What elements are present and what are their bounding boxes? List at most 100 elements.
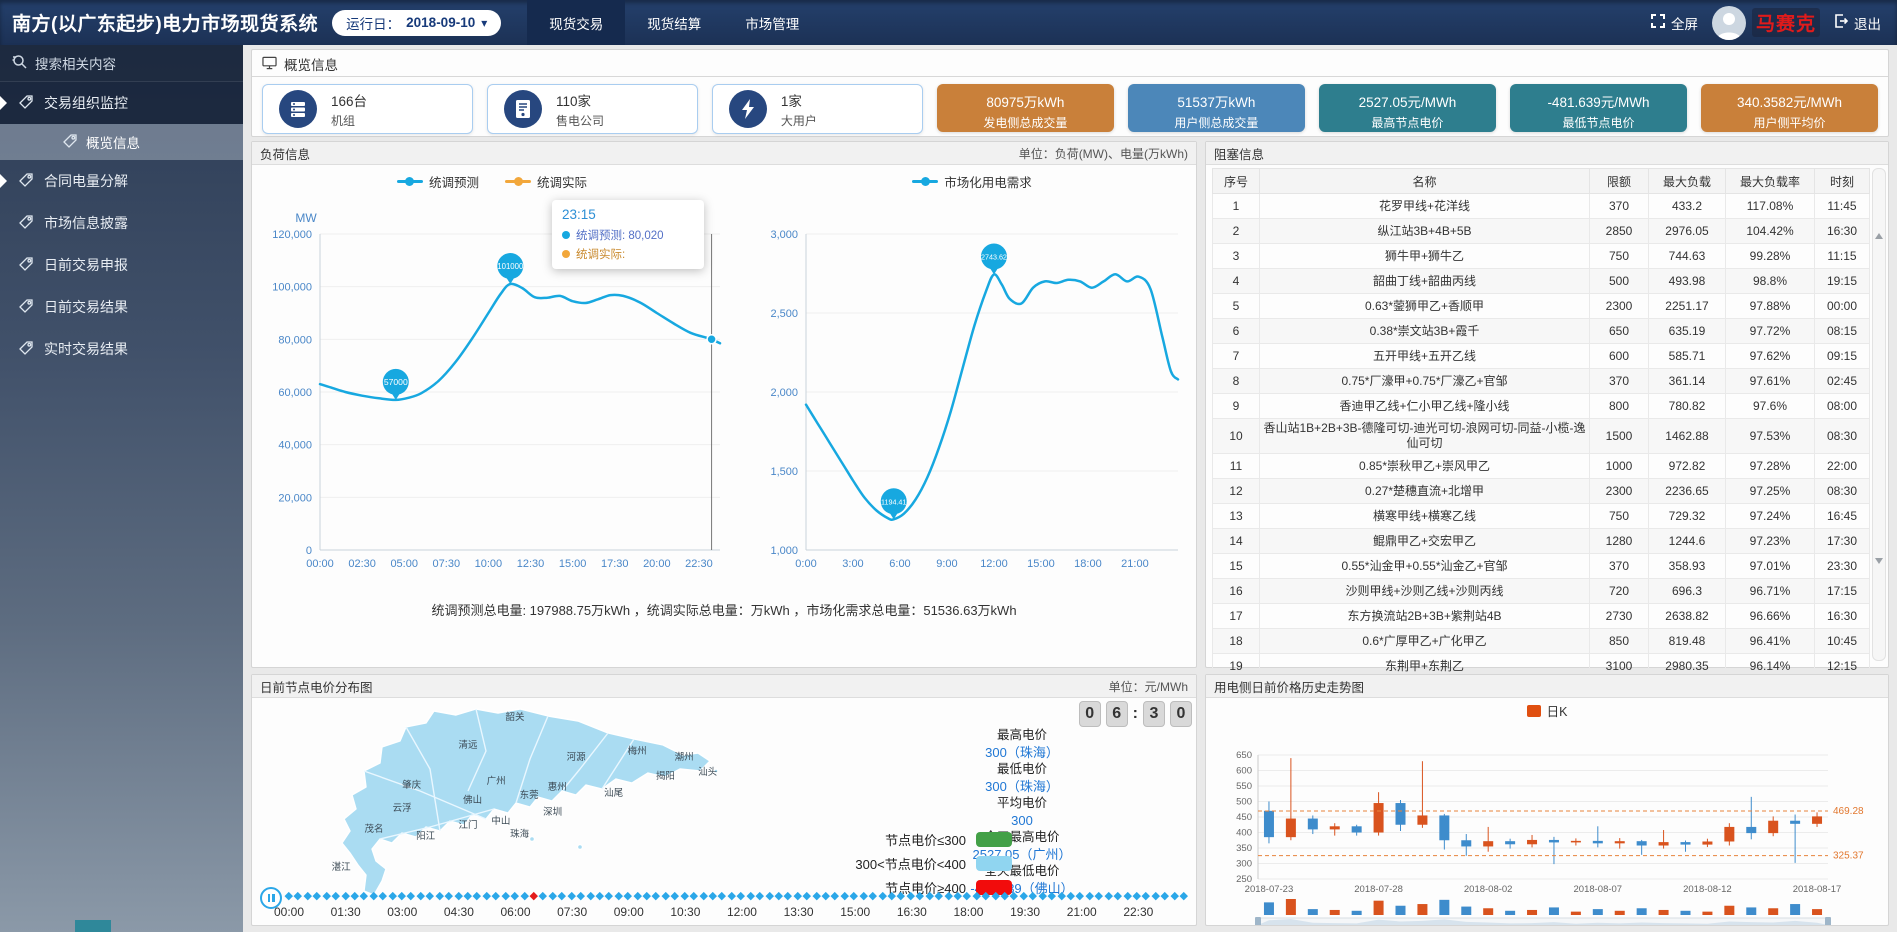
time-diamond[interactable] <box>737 892 745 900</box>
time-diamond-current[interactable] <box>530 892 538 900</box>
time-diamond[interactable] <box>398 892 406 900</box>
time-diamond[interactable] <box>794 892 802 900</box>
time-diamond[interactable] <box>841 892 849 900</box>
time-diamond[interactable] <box>1029 892 1037 900</box>
time-diamond[interactable] <box>992 892 1000 900</box>
table-row[interactable]: 10香山站1B+2B+3B-德隆可切-迪光可切-浪网可切-同益-小榄-逸仙可切1… <box>1213 419 1870 454</box>
table-row[interactable]: 17东方换流站2B+3B+紫荆站4B27302638.8296.66%16:30 <box>1213 604 1870 629</box>
time-diamond[interactable] <box>511 892 519 900</box>
table-row[interactable]: 110.85*崇秋甲乙+崇风甲乙1000972.8297.28%22:00 <box>1213 454 1870 479</box>
table-row[interactable]: 80.75*厂濠甲+0.75*厂濠乙+官邹370361.1497.61%02:4… <box>1213 369 1870 394</box>
time-diamond[interactable] <box>445 892 453 900</box>
tab-现货结算[interactable]: 现货结算 <box>625 0 723 45</box>
time-diamond[interactable] <box>926 892 934 900</box>
time-diamond[interactable] <box>304 892 312 900</box>
time-diamond[interactable] <box>954 892 962 900</box>
time-diamond[interactable] <box>520 892 528 900</box>
table-row[interactable]: 50.63*蓥狮甲乙+香顺甲23002251.1797.88%00:00 <box>1213 294 1870 319</box>
time-diamond[interactable] <box>812 892 820 900</box>
market-demand-chart[interactable]: 1,0001,5002,0002,5003,0000:003:006:009:0… <box>752 194 1192 597</box>
time-diamond[interactable] <box>1171 892 1179 900</box>
sidebar-item-日前交易申报[interactable]: 日前交易申报 <box>0 244 243 286</box>
time-diamond[interactable] <box>624 892 632 900</box>
time-diamond[interactable] <box>690 892 698 900</box>
time-diamond[interactable] <box>1133 892 1141 900</box>
time-diamond[interactable] <box>1123 892 1131 900</box>
table-row[interactable]: 1花罗甲线+花洋线370433.2117.08%11:45 <box>1213 194 1870 219</box>
time-diamond[interactable] <box>370 892 378 900</box>
sidebar-item-实时交易结果[interactable]: 实时交易结果 <box>0 328 243 370</box>
time-diamond[interactable] <box>1076 892 1084 900</box>
tab-现货交易[interactable]: 现货交易 <box>527 0 625 45</box>
time-diamond[interactable] <box>332 892 340 900</box>
time-diamond[interactable] <box>944 892 952 900</box>
time-diamond[interactable] <box>436 892 444 900</box>
sidebar-subitem-概览信息[interactable]: 概览信息 <box>0 124 243 160</box>
time-diamond[interactable] <box>916 892 924 900</box>
time-diamond[interactable] <box>1142 892 1150 900</box>
time-diamond[interactable] <box>1095 892 1103 900</box>
time-diamond[interactable] <box>407 892 415 900</box>
time-diamond[interactable] <box>681 892 689 900</box>
time-diamond[interactable] <box>379 892 387 900</box>
time-diamond[interactable] <box>294 892 302 900</box>
time-diamond[interactable] <box>1161 892 1169 900</box>
time-diamond[interactable] <box>822 892 830 900</box>
time-diamond[interactable] <box>897 892 905 900</box>
tab-市场管理[interactable]: 市场管理 <box>723 0 821 45</box>
table-row[interactable]: 7五开甲线+五开乙线600585.7197.62%09:15 <box>1213 344 1870 369</box>
time-diamond[interactable] <box>1010 892 1018 900</box>
table-row[interactable]: 13横寒甲线+横寒乙线750729.3297.24%16:45 <box>1213 504 1870 529</box>
time-diamond[interactable] <box>709 892 717 900</box>
table-row[interactable]: 4韶曲丁线+韶曲丙线500493.9898.8%19:15 <box>1213 269 1870 294</box>
time-diamond[interactable] <box>323 892 331 900</box>
time-diamond[interactable] <box>389 892 397 900</box>
table-row[interactable]: 150.55*汕金甲+0.55*汕金乙+官邹370358.9397.01%23:… <box>1213 554 1870 579</box>
time-diamond[interactable] <box>1020 892 1028 900</box>
time-diamond[interactable] <box>502 892 510 900</box>
time-diamond[interactable] <box>1105 892 1113 900</box>
legend-item-统调实际[interactable]: 统调实际 <box>505 172 587 191</box>
table-row[interactable]: 16沙则甲线+沙则乙线+沙则丙线720696.396.71%17:15 <box>1213 579 1870 604</box>
time-diamond[interactable] <box>605 892 613 900</box>
avatar[interactable] <box>1712 6 1746 40</box>
time-diamond[interactable] <box>351 892 359 900</box>
time-diamond[interactable] <box>1057 892 1065 900</box>
time-diamond[interactable] <box>765 892 773 900</box>
time-diamond[interactable] <box>888 892 896 900</box>
time-diamond[interactable] <box>633 892 641 900</box>
time-diamond[interactable] <box>341 892 349 900</box>
time-diamond[interactable] <box>860 892 868 900</box>
guangdong-map[interactable]: 韶关清远梅州河源潮州汕头揭阳肇庆广州惠州云浮佛山东莞汕尾深圳中山江门珠海阳江茂名… <box>280 699 750 911</box>
table-row[interactable]: 9香迪甲乙线+仁小甲乙线+隆小线800780.8297.6%08:00 <box>1213 394 1870 419</box>
time-diamond[interactable] <box>1067 892 1075 900</box>
time-diamond[interactable] <box>539 892 547 900</box>
sidebar-item-日前交易结果[interactable]: 日前交易结果 <box>0 286 243 328</box>
time-diamond[interactable] <box>662 892 670 900</box>
time-diamond[interactable] <box>426 892 434 900</box>
time-diamond[interactable] <box>718 892 726 900</box>
candlestick-chart[interactable]: 250300350400450500550600650469.28325.372… <box>1212 719 1884 930</box>
time-diamond[interactable] <box>643 892 651 900</box>
time-diamond[interactable] <box>1086 892 1094 900</box>
time-diamond[interactable] <box>1152 892 1160 900</box>
time-diamond[interactable] <box>907 892 915 900</box>
time-diamond[interactable] <box>454 892 462 900</box>
legend-item-市场化用电需求[interactable]: 市场化用电需求 <box>912 172 1032 191</box>
stat-value[interactable]: 300（珠海） <box>852 778 1192 795</box>
stat-value[interactable]: 300（珠海） <box>852 744 1192 761</box>
time-diamond[interactable] <box>1001 892 1009 900</box>
time-diamond[interactable] <box>671 892 679 900</box>
scroll-up-icon[interactable] <box>1875 233 1883 239</box>
table-row[interactable]: 14鲲鼎甲乙+交宏甲乙12801244.697.23%17:30 <box>1213 529 1870 554</box>
time-diamond[interactable] <box>568 892 576 900</box>
table-scrollbar[interactable] <box>1872 168 1886 661</box>
time-diamond[interactable] <box>652 892 660 900</box>
sidebar-item-合同电量分解[interactable]: 合同电量分解 <box>0 160 243 202</box>
time-diamond[interactable] <box>1048 892 1056 900</box>
table-row[interactable]: 120.27*楚穗直流+北增甲23002236.6597.25%08:30 <box>1213 479 1870 504</box>
logout-button[interactable]: 退出 <box>1834 13 1881 33</box>
time-diamond[interactable] <box>935 892 943 900</box>
time-diamond[interactable] <box>963 892 971 900</box>
time-diamond[interactable] <box>728 892 736 900</box>
